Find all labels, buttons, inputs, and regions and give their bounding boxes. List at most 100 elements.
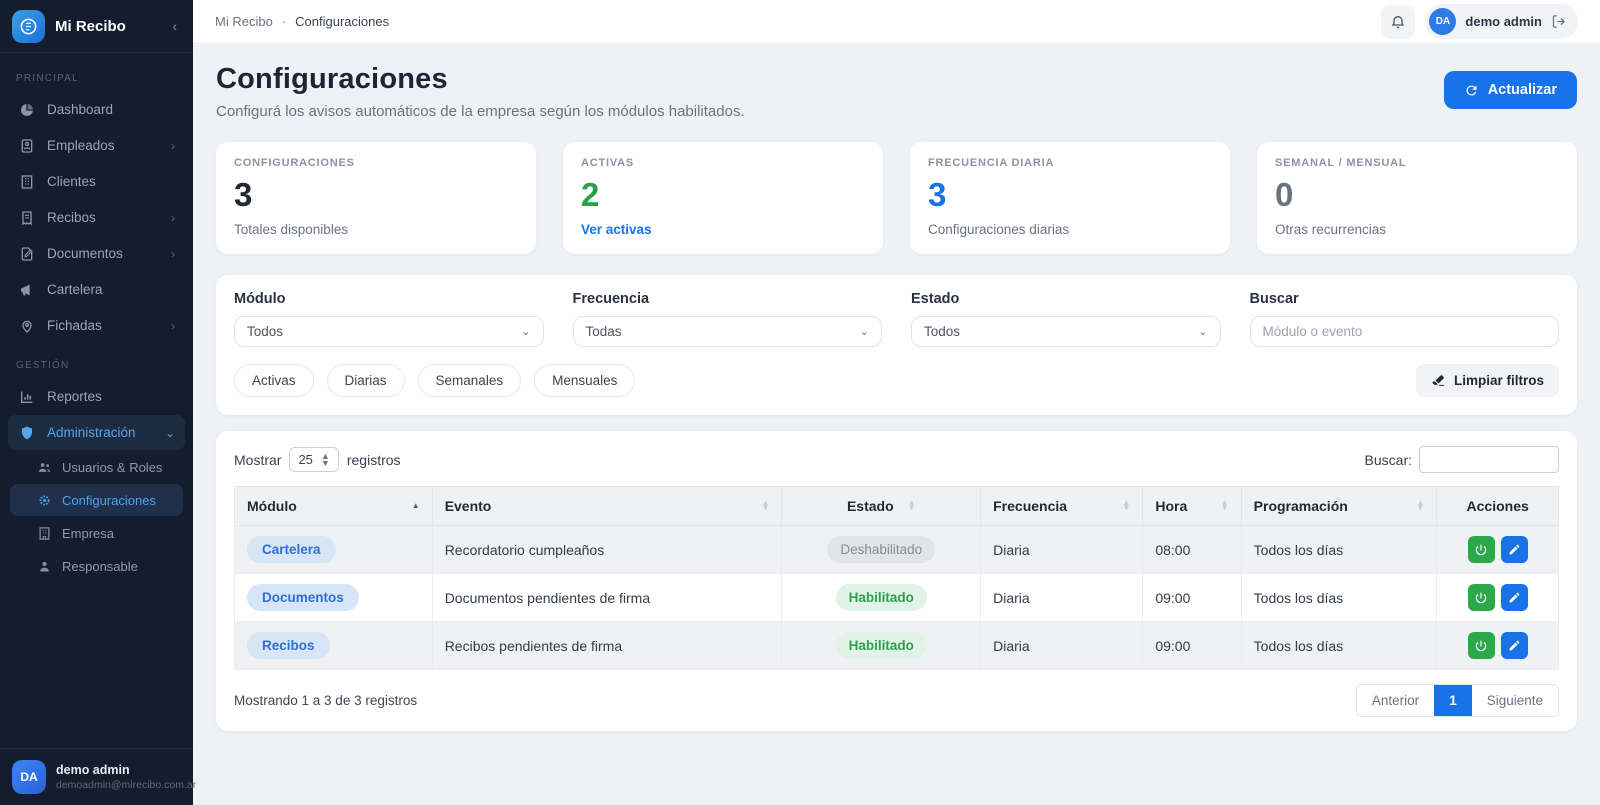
pagination-prev[interactable]: Anterior — [1356, 685, 1435, 717]
page-title: Configuraciones — [216, 63, 448, 95]
stat-value: 0 — [1275, 176, 1294, 213]
schedule-cell: Todos los días — [1240, 573, 1438, 623]
pagination-page-1[interactable]: 1 — [1434, 685, 1472, 717]
table-row: Documentos Documentos pendientes de firm… — [234, 573, 1559, 623]
toggle-power-button[interactable] — [1467, 584, 1495, 612]
breadcrumb-separator: · — [281, 14, 287, 29]
col-frecuencia[interactable]: Frecuencia ▲ ▼ — [980, 486, 1144, 527]
main-area: Mi Recibo · Configuraciones DA demo admi… — [193, 0, 1600, 805]
topbar-right: DA demo admin — [1381, 4, 1578, 39]
quick-filter-diarias[interactable]: Diarias — [326, 364, 405, 398]
col-evento[interactable]: Evento ▲ ▼ — [431, 486, 783, 527]
bar-chart-icon — [18, 388, 35, 405]
chevron-down-icon: ⌄ — [859, 326, 869, 339]
nav-section-principal: PRINCIPAL — [16, 73, 79, 84]
shield-icon — [18, 424, 35, 441]
sidebar: Mi Recibo ‹ PRINCIPAL Dashboard Empleado… — [0, 0, 196, 805]
sidebar-subitem-empresa[interactable]: Empresa — [10, 517, 183, 549]
refresh-button[interactable]: Actualizar — [1443, 71, 1577, 109]
stat-value: 2 — [581, 176, 600, 213]
bell-icon — [1390, 14, 1406, 30]
time-cell: 09:00 — [1142, 573, 1242, 623]
sidebar-item-label: Clientes — [47, 174, 96, 189]
breadcrumb-app[interactable]: Mi Recibo — [215, 14, 273, 29]
frequency-cell: Diaria — [980, 573, 1144, 623]
sidebar-subitem-responsable[interactable]: Responsable — [10, 550, 183, 582]
time-cell: 09:00 — [1142, 621, 1242, 671]
pagination-next[interactable]: Siguiente — [1471, 685, 1558, 717]
sidebar-subitem-configuraciones[interactable]: Configuraciones — [10, 484, 183, 516]
user-name: demo admin — [1465, 14, 1542, 29]
frequency-cell: Diaria — [980, 525, 1144, 575]
sidebar-collapse-icon[interactable]: ‹ — [172, 18, 181, 34]
stat-caption: Otras recurrencias — [1275, 222, 1387, 238]
col-hora[interactable]: Hora ▲ ▼ — [1142, 486, 1242, 527]
table-footer-info: Mostrando 1 a 3 de 3 registros — [234, 693, 418, 709]
refresh-icon — [1464, 83, 1479, 98]
records-label: registros — [346, 451, 401, 468]
edit-button[interactable] — [1500, 536, 1528, 564]
logout-icon[interactable] — [1551, 14, 1566, 29]
filter-frequency-label: Frecuencia — [572, 291, 650, 308]
sidebar-user[interactable]: DA demo admin demoadmin@mirecibo.com.ar — [0, 748, 196, 805]
toggle-power-button[interactable] — [1467, 632, 1495, 660]
page-size-select[interactable]: 25 ▲ ▼ — [289, 447, 339, 473]
sidebar-item-administracion[interactable]: Administración ⌄ — [8, 415, 185, 450]
quick-filter-activas[interactable]: Activas — [234, 364, 314, 398]
sidebar-nav: PRINCIPAL Dashboard Empleados › Clientes… — [0, 53, 193, 748]
sort-icon: ▲ ▼ — [1122, 498, 1131, 513]
edit-button[interactable] — [1500, 632, 1528, 660]
search-input[interactable] — [1249, 316, 1559, 348]
filter-search: Buscar — [1249, 291, 1559, 348]
sidebar-item-label: Administración — [47, 425, 136, 440]
frequency-select-value: Todas — [585, 324, 622, 340]
status-select[interactable]: Todos ⌄ — [911, 316, 1221, 348]
page-subtitle: Configurá los avisos automáticos de la e… — [216, 103, 745, 120]
page-size-value: 25 — [298, 452, 313, 468]
sidebar-item-clientes[interactable]: Clientes — [8, 164, 185, 199]
toggle-power-button[interactable] — [1467, 536, 1495, 564]
module-select-value: Todos — [247, 324, 284, 340]
user-menu[interactable]: DA demo admin — [1425, 4, 1578, 39]
sidebar-item-recibos[interactable]: Recibos › — [8, 200, 185, 235]
sidebar-item-empleados[interactable]: Empleados › — [8, 128, 185, 163]
sidebar-item-reportes[interactable]: Reportes — [8, 379, 185, 414]
app-logo-icon — [12, 9, 45, 43]
chevron-right-icon: › — [171, 318, 175, 333]
edit-button[interactable] — [1500, 584, 1528, 612]
status-badge: Deshabilitado — [827, 536, 936, 564]
notifications-button[interactable] — [1381, 4, 1416, 39]
breadcrumb-page: Configuraciones — [295, 14, 390, 29]
dashboard-icon — [18, 101, 35, 118]
frequency-select[interactable]: Todas ⌄ — [572, 316, 882, 348]
sidebar-item-documentos[interactable]: Documentos › — [8, 236, 185, 271]
filter-status-label: Estado — [911, 291, 960, 308]
module-select[interactable]: Todos ⌄ — [234, 316, 544, 348]
ver-activas-link[interactable]: Ver activas — [581, 222, 865, 237]
schedule-cell: Todos los días — [1240, 525, 1438, 575]
sidebar-item-label: Reportes — [47, 389, 102, 404]
quick-filter-semanales[interactable]: Semanales — [417, 364, 522, 398]
col-programacion[interactable]: Programación ▲ ▼ — [1240, 486, 1438, 527]
col-estado[interactable]: Estado ▲ ▼ — [781, 486, 982, 527]
sidebar-item-dashboard[interactable]: Dashboard — [8, 92, 185, 127]
app-root: Mi Recibo ‹ PRINCIPAL Dashboard Empleado… — [0, 0, 1600, 805]
sidebar-subitem-label: Empresa — [62, 525, 115, 541]
table-row: Cartelera Recordatorio cumpleaños Deshab… — [234, 525, 1559, 575]
filter-search-label: Buscar — [1249, 291, 1299, 308]
filter-module-label: Módulo — [234, 291, 286, 308]
show-label: Mostrar — [234, 451, 282, 468]
stat-label: ACTIVAS — [581, 157, 635, 169]
breadcrumb: Mi Recibo · Configuraciones — [215, 14, 389, 29]
filter-module: Módulo Todos ⌄ — [234, 291, 544, 348]
table-search-input[interactable] — [1419, 446, 1559, 474]
sidebar-subitem-usuarios-roles[interactable]: Usuarios & Roles — [10, 451, 183, 483]
brand-name: Mi Recibo — [55, 17, 126, 35]
sort-icon: ▲ ▼ — [761, 498, 770, 513]
col-modulo[interactable]: Módulo ▲ — [234, 486, 433, 527]
clear-filters-button[interactable]: Limpiar filtros — [1415, 364, 1559, 398]
filter-status: Estado Todos ⌄ — [911, 291, 1221, 348]
sidebar-item-cartelera[interactable]: Cartelera — [8, 272, 185, 307]
quick-filter-mensuales[interactable]: Mensuales — [534, 364, 636, 398]
sidebar-item-fichadas[interactable]: Fichadas › — [8, 308, 185, 343]
